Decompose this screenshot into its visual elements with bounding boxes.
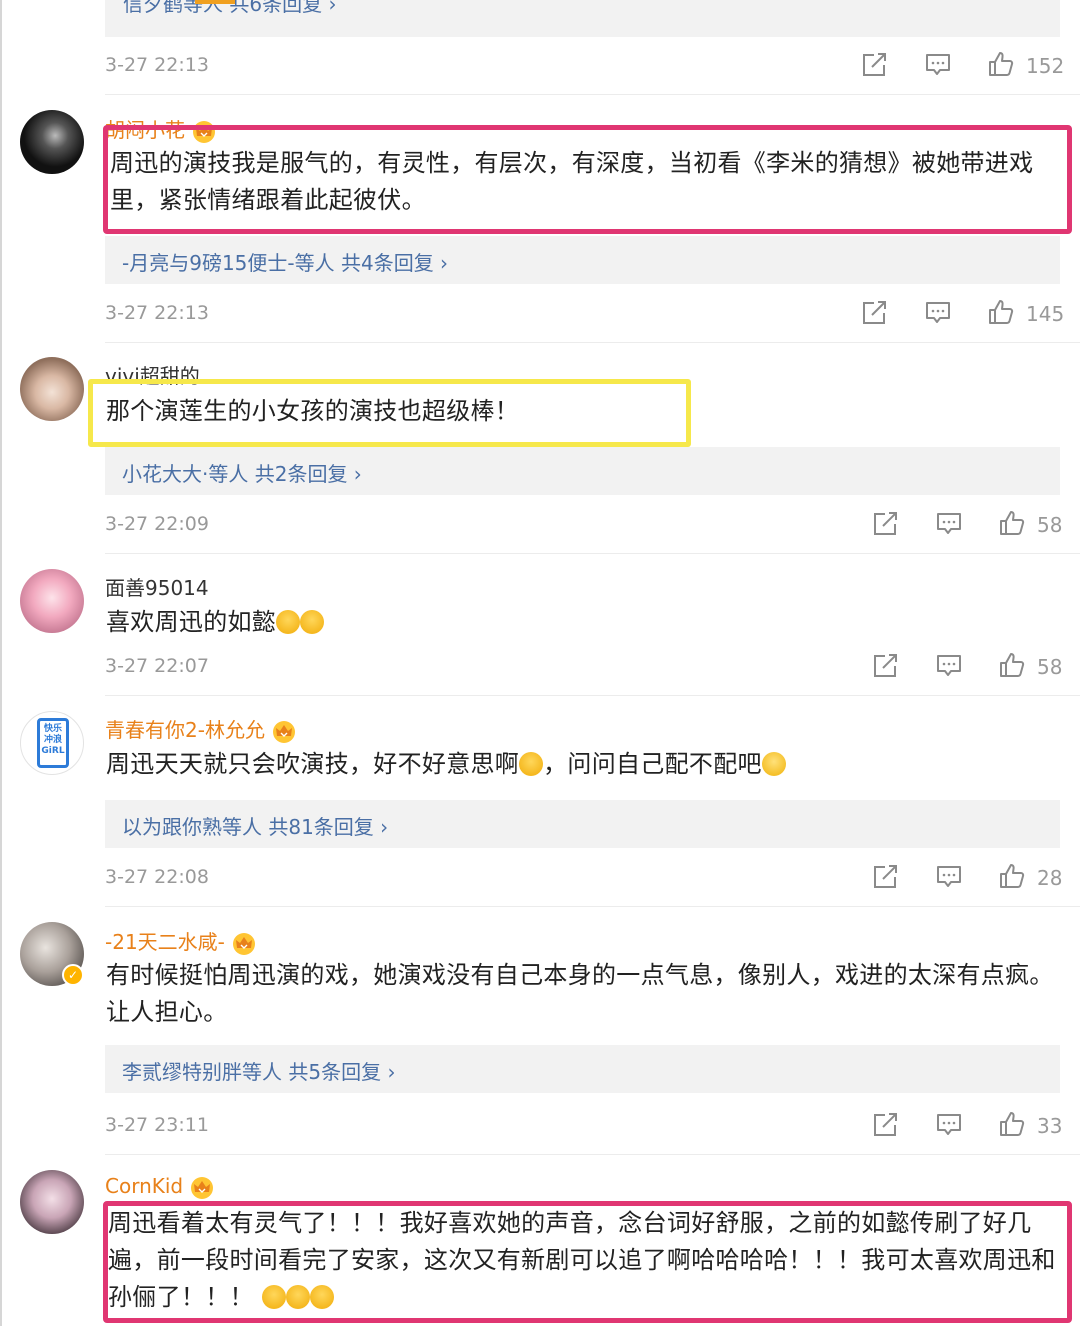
- crown-badge-icon: [271, 720, 297, 744]
- divider: [105, 1154, 1080, 1155]
- reply-summary-text: 小花大大·等人 共2条回复 ›: [122, 462, 362, 486]
- share-icon[interactable]: [872, 511, 898, 537]
- reply-summary-bar[interactable]: -月亮与9磅15便士-等人 共4条回复 ›: [105, 236, 1060, 284]
- laughing-emoji-icon: [300, 610, 325, 634]
- divider: [105, 94, 1080, 95]
- share-icon[interactable]: [861, 300, 887, 326]
- like-count: 33: [1037, 1114, 1063, 1138]
- like-count: 28: [1037, 866, 1063, 890]
- username-text: 青春有你2-林允允: [105, 718, 265, 742]
- comment-text: 有时候挺怕周迅演的戏，她演戏没有自己本身的一点气息，像别人，戏进的太深有点疯。让…: [106, 961, 1054, 1026]
- reply-summary-text: -月亮与9磅15便士-等人 共4条回复 ›: [122, 251, 449, 275]
- comment-text: 周迅天天就只会吹演技，好不好意思啊 ，问问自己配不配吧: [106, 746, 1061, 783]
- comment-text: 喜欢周迅的如懿: [106, 604, 606, 641]
- comment-time: 3-27 22:09: [105, 513, 209, 535]
- highlight-box: [103, 125, 1072, 234]
- comment-icon[interactable]: [925, 300, 951, 326]
- like-icon[interactable]: [999, 652, 1025, 678]
- like-count: 145: [1026, 302, 1065, 326]
- username[interactable]: CornKid: [105, 1174, 215, 1200]
- username-text: -21天二水咸-: [105, 930, 225, 954]
- comment-text-part: ，问问自己配不配吧: [543, 750, 762, 778]
- comment-time: 3-27 22:13: [105, 302, 209, 324]
- share-icon[interactable]: [872, 864, 898, 890]
- like-icon[interactable]: [988, 299, 1014, 325]
- like-count: 58: [1037, 513, 1063, 537]
- comment-time: 3-27 22:08: [105, 866, 209, 888]
- avatar[interactable]: [20, 357, 84, 421]
- divider: [105, 342, 1080, 343]
- username[interactable]: -21天二水咸-: [105, 926, 257, 956]
- comment-time: 3-27 22:13: [105, 54, 209, 76]
- username[interactable]: 面善95014: [105, 572, 209, 601]
- left-edge-divider: [0, 0, 2, 1326]
- verified-icon: ✓: [62, 964, 84, 986]
- crown-badge-icon: [189, 1176, 215, 1200]
- reply-summary-text: 李贰缪特别胖等人 共5条回复 ›: [122, 1060, 396, 1084]
- highlight-box: [88, 379, 691, 447]
- badge-fragment: [195, 0, 235, 4]
- sweat-emoji-icon: [519, 752, 544, 776]
- share-icon[interactable]: [861, 52, 887, 78]
- reply-summary-text: 以为跟你熟等人 共81条回复 ›: [122, 815, 389, 839]
- username-text: CornKid: [105, 1174, 184, 1198]
- avatar[interactable]: 快乐冲浪GiRL: [20, 711, 84, 775]
- comment-text-part: 周迅天天就只会吹演技，好不好意思啊: [106, 750, 520, 778]
- comment-icon[interactable]: [936, 864, 962, 890]
- comment-icon[interactable]: [925, 52, 951, 78]
- comment-text-body: 喜欢周迅的如懿: [106, 608, 277, 636]
- comment-time: 3-27 22:07: [105, 655, 209, 677]
- reply-summary-bar[interactable]: 李贰缪特别胖等人 共5条回复 ›: [105, 1045, 1060, 1093]
- smile-emoji-icon: [761, 752, 786, 776]
- reply-summary-bar[interactable]: 小花大大·等人 共2条回复 ›: [105, 447, 1060, 495]
- avatar[interactable]: [20, 110, 84, 174]
- divider: [105, 553, 1080, 554]
- comment-icon[interactable]: [936, 511, 962, 537]
- like-icon[interactable]: [999, 1111, 1025, 1137]
- divider: [105, 695, 1080, 696]
- comment-icon[interactable]: [936, 653, 962, 679]
- username[interactable]: 青春有你2-林允允: [105, 714, 297, 744]
- like-count: 152: [1026, 54, 1065, 78]
- avatar-badge: 快乐冲浪GiRL: [37, 718, 69, 768]
- divider: [105, 906, 1080, 907]
- like-icon[interactable]: [988, 51, 1014, 77]
- like-icon[interactable]: [999, 510, 1025, 536]
- comment-time: 3-27 23:11: [105, 1114, 209, 1136]
- avatar[interactable]: [20, 569, 84, 633]
- avatar[interactable]: [20, 1170, 84, 1234]
- like-icon[interactable]: [999, 863, 1025, 889]
- laughing-emoji-icon: [276, 610, 301, 634]
- comment-icon[interactable]: [936, 1112, 962, 1138]
- share-icon[interactable]: [872, 1112, 898, 1138]
- like-count: 58: [1037, 655, 1063, 679]
- highlight-box: [103, 1201, 1072, 1323]
- crown-badge-icon: [231, 932, 257, 956]
- reply-summary-bar[interactable]: 以为跟你熟等人 共81条回复 ›: [105, 800, 1060, 848]
- reply-summary-bar[interactable]: 信夕鹤等人 共6条回复 ›: [105, 0, 1060, 37]
- share-icon[interactable]: [872, 653, 898, 679]
